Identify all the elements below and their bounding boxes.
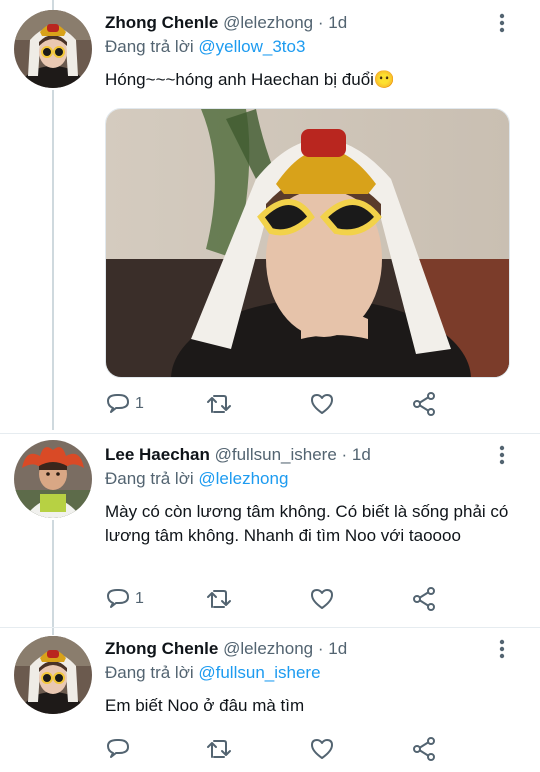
user-handle[interactable]: @lelezhong (223, 639, 313, 658)
tweet-text: Hóng~~~hóng anh Haechan bị đuổi😶 (105, 70, 396, 89)
share-icon (413, 737, 435, 761)
tweet-actions (105, 735, 445, 763)
share-button[interactable] (411, 735, 437, 763)
more-vertical-icon (499, 445, 505, 465)
timestamp[interactable]: 1d (328, 639, 347, 658)
avatar[interactable] (14, 10, 92, 88)
tweet-header: Lee Haechan @fullsun_ishere · 1d (105, 444, 526, 466)
retweet-button[interactable] (205, 390, 233, 418)
reply-count: 1 (135, 590, 144, 607)
reply-handle-link[interactable]: @yellow_3to3 (198, 37, 305, 56)
retweet-icon (207, 740, 231, 758)
retweet-button[interactable] (205, 735, 233, 763)
separator-dot: · (317, 13, 324, 32)
replying-to-label: Đang trả lời (105, 469, 194, 488)
tweet[interactable]: Lee Haechan @fullsun_ishere · 1d Đang tr… (0, 434, 540, 626)
reply-icon (107, 589, 129, 608)
tweet-header: Zhong Chenle @lelezhong · 1d (105, 12, 526, 34)
retweet-icon (207, 590, 231, 608)
replying-to-label: Đang trả lời (105, 37, 194, 56)
timestamp[interactable]: 1d (352, 445, 371, 464)
replying-to: Đang trả lời @lelezhong (105, 468, 526, 490)
more-options-button[interactable] (492, 12, 512, 34)
tweet-text: Em biết Noo ở đâu mà tìm (105, 696, 305, 715)
tweet[interactable]: Zhong Chenle @lelezhong · 1d Đang trả lờ… (0, 0, 540, 432)
user-handle[interactable]: @lelezhong (223, 13, 313, 32)
reply-button[interactable] (105, 735, 135, 763)
like-button[interactable] (309, 585, 335, 613)
avatar[interactable] (14, 636, 92, 714)
avatar[interactable] (14, 440, 92, 518)
reply-count: 1 (135, 395, 144, 412)
retweet-icon (207, 395, 231, 413)
user-handle[interactable]: @fullsun_ishere (215, 445, 337, 464)
reply-button[interactable]: 1 (105, 585, 144, 613)
more-options-button[interactable] (492, 638, 512, 660)
replying-to: Đang trả lời @yellow_3to3 (105, 36, 526, 58)
reply-icon (107, 394, 129, 413)
share-button[interactable] (411, 585, 437, 613)
separator-dot: · (341, 445, 348, 464)
tweet-header: Zhong Chenle @lelezhong · 1d (105, 638, 526, 660)
more-vertical-icon (499, 639, 505, 659)
tweet-actions: 1 (105, 390, 445, 418)
like-button[interactable] (309, 735, 335, 763)
share-icon (413, 392, 435, 416)
tweet-photo[interactable] (105, 108, 510, 378)
display-name[interactable]: Zhong Chenle (105, 639, 218, 658)
display-name[interactable]: Zhong Chenle (105, 13, 218, 32)
tweet[interactable]: Zhong Chenle @lelezhong · 1d Đang trả lờ… (0, 628, 540, 772)
reply-button[interactable]: 1 (105, 390, 144, 418)
separator-dot: · (317, 639, 324, 658)
retweet-button[interactable] (205, 585, 233, 613)
reply-icon (107, 739, 129, 758)
timestamp[interactable]: 1d (328, 13, 347, 32)
more-vertical-icon (499, 13, 505, 33)
tweet-text: Mày có còn lương tâm không. Có biết là s… (105, 502, 509, 545)
reply-handle-link[interactable]: @fullsun_ishere (198, 663, 320, 682)
replying-to-label: Đang trả lời (105, 663, 194, 682)
like-icon (311, 739, 333, 759)
tweet-actions: 1 (105, 585, 445, 613)
like-button[interactable] (309, 390, 335, 418)
like-icon (311, 394, 333, 414)
like-icon (311, 589, 333, 609)
reply-handle-link[interactable]: @lelezhong (198, 469, 288, 488)
more-options-button[interactable] (492, 444, 512, 466)
share-icon (413, 587, 435, 611)
share-button[interactable] (411, 390, 437, 418)
display-name[interactable]: Lee Haechan (105, 445, 210, 464)
replying-to: Đang trả lời @fullsun_ishere (105, 662, 526, 684)
